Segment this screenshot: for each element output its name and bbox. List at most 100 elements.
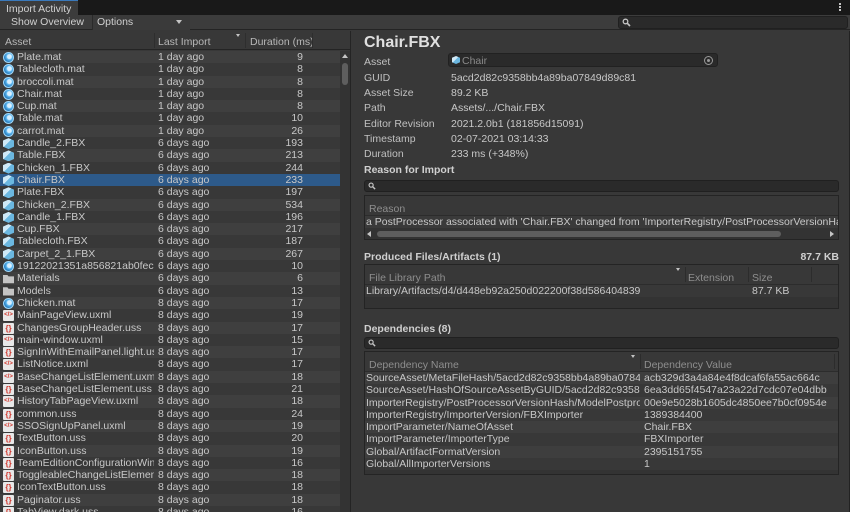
asset-row[interactable]: ToggleableChangeListElement.uss 8 days ag…: [0, 469, 340, 482]
asset-row[interactable]: SSOSignUpPanel.uxml 8 days ago 19: [0, 419, 340, 433]
column-divider[interactable]: [640, 354, 641, 369]
asset-row[interactable]: Models 6 days ago 13: [0, 284, 340, 297]
column-divider[interactable]: [748, 267, 749, 282]
asset-row[interactable]: Tablecloth.mat 1 day ago 8: [0, 63, 340, 76]
more-options-icon[interactable]: [838, 2, 842, 13]
asset-row[interactable]: Plate.mat 1 day ago 9: [0, 51, 340, 64]
asset-duration: 17: [291, 296, 303, 309]
dependency-value: 00e9e5028b1605dc4850ee7b0cf0954e: [644, 396, 827, 409]
asset-duration: 10: [291, 112, 303, 125]
column-divider[interactable]: [834, 354, 835, 369]
table-row[interactable]: Global/AllImporterVersions 1: [365, 458, 838, 471]
asset-name: TextButton.uss: [17, 432, 86, 445]
column-header-file-library-path[interactable]: File Library Path: [369, 272, 445, 284]
scrollbar-thumb[interactable]: [377, 231, 781, 238]
asset-duration: 18: [291, 469, 303, 482]
column-divider[interactable]: [685, 267, 686, 282]
table-row[interactable]: ImportParameter/ImporterType FBXImporter: [365, 433, 838, 446]
asset-row[interactable]: Candle_1.FBX 6 days ago 196: [0, 210, 340, 224]
asset-last-import: 8 days ago: [158, 370, 210, 383]
dependencies-search-input[interactable]: [364, 337, 839, 349]
table-row[interactable]: Global/ArtifactFormatVersion 2395151755: [365, 445, 838, 459]
asset-row[interactable]: Carpet_2_1.FBX 6 days ago 267: [0, 247, 340, 261]
column-divider[interactable]: [312, 33, 313, 48]
show-overview-button[interactable]: Show Overview: [0, 15, 91, 30]
asset-row[interactable]: common.uss 8 days ago 24: [0, 407, 340, 420]
asset-duration: 9: [297, 51, 303, 63]
uss-icon: [3, 482, 14, 494]
asset-row[interactable]: Chicken.mat 8 days ago 17: [0, 296, 340, 310]
reason-search-input[interactable]: [364, 180, 839, 192]
dependency-name: SourceAsset/MetaFileHash/5acd2d82c9358bb…: [366, 372, 640, 384]
dependencies-list: SourceAsset/MetaFileHash/5acd2d82c9358bb…: [365, 372, 838, 471]
asset-last-import: 8 days ago: [158, 456, 210, 469]
table-row[interactable]: SourceAsset/HashOfSourceAssetByGUID/5acd…: [365, 384, 838, 397]
asset-object-field[interactable]: Chair: [448, 53, 718, 67]
model-icon: [3, 199, 14, 211]
scroll-up-arrow-icon[interactable]: [342, 54, 348, 58]
table-row[interactable]: SourceAsset/MetaFileHash/5acd2d82c9358bb…: [365, 372, 838, 385]
dependency-value: Chair.FBX: [644, 421, 692, 434]
asset-row[interactable]: Materials 6 days ago 6: [0, 272, 340, 285]
asset-row[interactable]: Table.mat 1 day ago 10: [0, 112, 340, 125]
asset-duration: 187: [285, 235, 303, 248]
asset-row[interactable]: ListNotice.uxml 8 days ago 17: [0, 358, 340, 371]
property-value-timestamp: 02-07-2021 03:14:33: [451, 133, 549, 145]
asset-row[interactable]: TeamEditionConfigurationWindow 8 days ago…: [0, 456, 340, 470]
column-header-dependency-value[interactable]: Dependency Value: [644, 359, 732, 371]
search-input[interactable]: [618, 16, 848, 29]
asset-last-import: 8 days ago: [158, 395, 210, 408]
asset-row[interactable]: Chair.mat 1 day ago 8: [0, 87, 340, 101]
asset-row[interactable]: Paginator.uss 8 days ago 18: [0, 493, 340, 506]
tab-import-activity[interactable]: Import Activity: [0, 0, 78, 15]
column-divider[interactable]: [811, 267, 812, 282]
object-picker-icon[interactable]: [704, 56, 713, 65]
asset-row[interactable]: broccoli.mat 1 day ago 8: [0, 75, 340, 88]
asset-row[interactable]: MainPageView.uxml 8 days ago 19: [0, 309, 340, 322]
asset-row[interactable]: SignInWithEmailPanel.light.uss 8 days ago…: [0, 346, 340, 359]
column-header-extension[interactable]: Extension: [688, 272, 734, 284]
asset-row[interactable]: BaseChangeListElement.uss 8 days ago 21: [0, 383, 340, 396]
asset-row[interactable]: HistoryTabPageView.uxml 8 days ago 18: [0, 395, 340, 408]
table-row[interactable]: ImportParameter/NameOfAsset Chair.FBX: [365, 421, 838, 434]
column-divider[interactable]: [245, 33, 246, 48]
column-header-dependency-name[interactable]: Dependency Name: [369, 359, 459, 371]
asset-row[interactable]: main-window.uxml 8 days ago 15: [0, 333, 340, 347]
options-dropdown[interactable]: Options: [92, 15, 190, 30]
asset-row[interactable]: Cup.FBX 6 days ago 217: [0, 223, 340, 236]
column-header-duration[interactable]: Duration (ms): [250, 36, 314, 48]
asset-row[interactable]: Chair.FBX 6 days ago 233: [0, 173, 340, 187]
asset-row[interactable]: Table.FBX 6 days ago 213: [0, 149, 340, 162]
asset-row[interactable]: Cup.mat 1 day ago 8: [0, 100, 340, 113]
asset-row[interactable]: carrot.mat 1 day ago 26: [0, 124, 340, 138]
asset-row[interactable]: Candle_2.FBX 6 days ago 193: [0, 137, 340, 150]
asset-row[interactable]: IconTextButton.uss 8 days ago 18: [0, 481, 340, 494]
asset-row[interactable]: ChangesGroupHeader.uss 8 days ago 17: [0, 321, 340, 334]
asset-row[interactable]: TextButton.uss 8 days ago 20: [0, 432, 340, 445]
table-row[interactable]: a PostProcessor associated with 'Chair.F…: [365, 216, 838, 229]
column-divider[interactable]: [154, 33, 155, 48]
column-header-last-import[interactable]: Last Import: [158, 36, 211, 48]
scroll-right-arrow-icon[interactable]: [830, 231, 834, 238]
asset-object-value: Chair: [462, 55, 488, 67]
asset-row[interactable]: IconButton.uss 8 days ago 19: [0, 444, 340, 457]
reason-horizontal-scrollbar[interactable]: [365, 228, 838, 239]
asset-name: SSOSignUpPanel.uxml: [17, 419, 126, 432]
table-row[interactable]: ImporterRegistry/PostProcessorVersionHas…: [365, 396, 838, 409]
table-row[interactable]: Library/Artifacts/d4/d448eb92a250d022200…: [365, 285, 838, 298]
asset-row[interactable]: TabView.dark.uss 8 days ago 16: [0, 505, 340, 512]
asset-row[interactable]: Tablecloth.FBX 6 days ago 187: [0, 235, 340, 248]
asset-row[interactable]: BaseChangeListElement.uxml 8 days ago 18: [0, 370, 340, 384]
asset-row[interactable]: Plate.FBX 6 days ago 197: [0, 186, 340, 199]
column-header-reason[interactable]: Reason: [369, 203, 405, 215]
asset-row[interactable]: 19122021351a856821ab0fec58 6 days ago 10: [0, 260, 340, 273]
asset-row[interactable]: Chicken_1.FBX 6 days ago 244: [0, 161, 340, 174]
column-header-asset[interactable]: Asset: [5, 36, 31, 48]
asset-row[interactable]: Chicken_2.FBX 6 days ago 534: [0, 198, 340, 211]
property-label-asset: Asset: [364, 56, 391, 68]
scroll-left-arrow-icon[interactable]: [367, 231, 371, 238]
asset-list-scrollbar[interactable]: [340, 51, 350, 512]
column-header-size[interactable]: Size: [752, 272, 772, 284]
scrollbar-thumb[interactable]: [342, 63, 348, 85]
table-row[interactable]: ImporterRegistry/ImporterVersion/FBXImpo…: [365, 408, 838, 422]
